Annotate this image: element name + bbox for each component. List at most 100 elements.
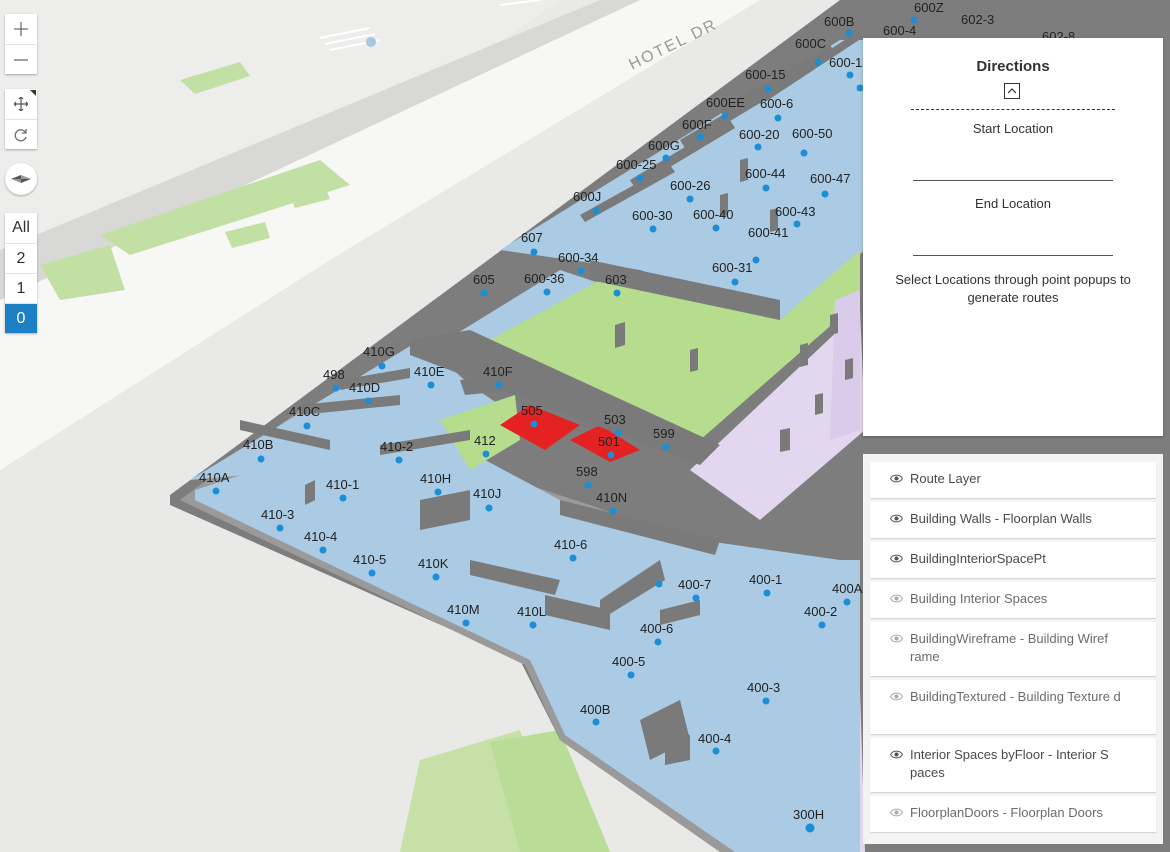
layer-item[interactable]: Building Interior Spaces	[870, 582, 1156, 618]
navigation-toggle	[5, 89, 37, 149]
zoom-controls	[5, 14, 37, 74]
room-label: 600-1	[829, 55, 862, 70]
location-marker	[432, 573, 440, 581]
layer-item[interactable]: FloorplanDoors - Floorplan Doors	[870, 796, 1156, 832]
location-marker	[649, 225, 657, 233]
room-label: 600G	[648, 138, 680, 153]
room-label: 600-31	[712, 260, 752, 275]
directions-title: Directions	[976, 58, 1050, 75]
eye-icon[interactable]	[890, 554, 903, 563]
location-marker	[821, 190, 829, 198]
location-marker	[462, 619, 470, 627]
room-label: 599	[653, 426, 675, 441]
rotate-button[interactable]	[5, 119, 37, 149]
layer-item[interactable]: Route Layer	[870, 462, 1156, 498]
room-label: 605	[473, 272, 495, 287]
location-marker	[303, 422, 311, 430]
location-marker	[614, 429, 622, 437]
room-label: 598	[576, 464, 598, 479]
room-label: 600-26	[670, 178, 710, 193]
layer-item[interactable]: BuildingWireframe - Building Wiref rame	[870, 622, 1156, 676]
compass-button[interactable]	[5, 163, 37, 195]
pan-button[interactable]	[5, 89, 37, 119]
layer-label: Building Walls - Floorplan Walls	[910, 511, 1092, 526]
location-marker	[712, 224, 720, 232]
eye-icon[interactable]	[890, 692, 903, 701]
room-label: 410-6	[554, 537, 587, 552]
zoom-out-button[interactable]	[5, 44, 37, 74]
room-label: 600-6	[760, 96, 793, 111]
room-label: 600-43	[775, 204, 815, 219]
location-marker	[368, 569, 376, 577]
eye-icon[interactable]	[890, 808, 903, 817]
location-marker	[752, 256, 760, 264]
chevron-up-icon	[1008, 88, 1016, 94]
location-marker	[427, 381, 435, 389]
floor-button-0[interactable]: 0	[5, 303, 37, 333]
zoom-in-button[interactable]	[5, 14, 37, 44]
eye-icon[interactable]	[890, 634, 903, 643]
location-marker	[378, 362, 386, 370]
location-marker	[843, 598, 851, 606]
floor-button-1[interactable]: 1	[5, 273, 37, 303]
floor-button-2[interactable]: 2	[5, 243, 37, 273]
location-marker	[395, 456, 403, 464]
location-marker	[339, 494, 347, 502]
eye-icon[interactable]	[890, 514, 903, 523]
room-label: 400-3	[747, 680, 780, 695]
layer-label: BuildingWireframe - Building Wiref rame	[910, 631, 1108, 664]
layer-item[interactable]: Building Walls - Floorplan Walls	[870, 502, 1156, 538]
start-location-input[interactable]	[913, 156, 1113, 181]
location-marker	[434, 488, 442, 496]
room-label: 600-4	[883, 23, 916, 38]
layer-item[interactable]: Interior Spaces byFloor - Interior S pac…	[870, 738, 1156, 792]
eye-icon[interactable]	[890, 474, 903, 483]
room-label: 600-15	[745, 67, 785, 82]
room-label: 600-50	[792, 126, 832, 141]
room-label: 607	[521, 230, 543, 245]
location-marker	[480, 289, 488, 297]
layer-item[interactable]: BuildingInteriorSpacePt	[870, 542, 1156, 578]
room-label: 410M	[447, 602, 480, 617]
directions-panel: Directions Start Location End Location S…	[863, 38, 1163, 436]
room-label: 600J	[573, 189, 601, 204]
location-marker	[731, 278, 739, 286]
room-label: 602-3	[961, 12, 994, 27]
room-label: 300H	[793, 807, 824, 822]
layer-item[interactable]: BuildingTextured - Building Texture d	[870, 680, 1156, 734]
location-marker	[607, 451, 615, 459]
corner-indicator-icon	[30, 90, 36, 96]
room-label: 600-47	[810, 171, 850, 186]
room-label: 400-6	[640, 621, 673, 636]
location-marker	[584, 481, 592, 489]
room-label: 400-1	[749, 572, 782, 587]
rotate-icon	[14, 128, 27, 141]
location-marker	[721, 112, 729, 120]
location-marker	[654, 638, 662, 646]
room-label: 400-7	[678, 577, 711, 592]
location-marker	[655, 580, 663, 588]
location-marker	[495, 381, 503, 389]
location-marker	[319, 546, 327, 554]
directions-hint: Select Locations through point popups to…	[895, 272, 1131, 305]
end-location-input[interactable]	[913, 231, 1113, 256]
location-marker	[530, 248, 538, 256]
location-marker	[818, 621, 826, 629]
location-marker	[712, 747, 720, 755]
eye-icon[interactable]	[890, 594, 903, 603]
eye-icon[interactable]	[890, 750, 903, 759]
room-label: 410L	[517, 604, 546, 619]
room-label: 600-20	[739, 127, 779, 142]
collapse-button[interactable]	[1004, 83, 1020, 99]
location-marker	[762, 697, 770, 705]
room-label: 410-4	[304, 529, 337, 544]
location-marker	[332, 384, 340, 392]
room-label: 600-40	[693, 207, 733, 222]
room-label: 600F	[682, 117, 712, 132]
end-location-label: End Location	[975, 196, 1051, 211]
start-location-label: Start Location	[972, 121, 1054, 136]
room-label: 410C	[289, 404, 320, 419]
floor-button-all[interactable]: All	[5, 213, 37, 243]
location-marker	[613, 289, 621, 297]
location-marker	[662, 443, 670, 451]
